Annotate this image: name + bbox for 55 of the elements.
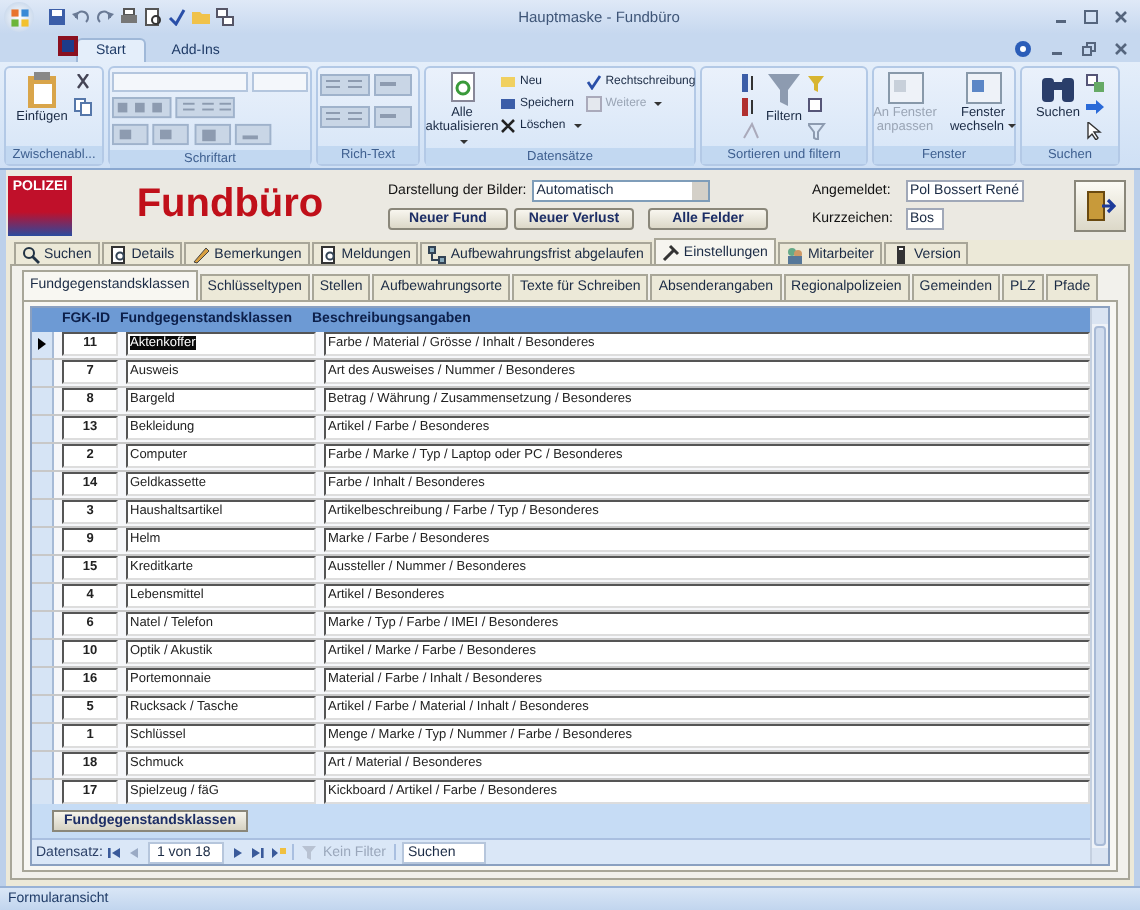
copy-icon[interactable] [73, 98, 92, 116]
advanced-filter-icon[interactable] [808, 98, 827, 116]
list-buttons-drawing [320, 72, 416, 132]
exit-button[interactable] [1074, 179, 1126, 231]
toggle-filter-icon[interactable] [808, 122, 827, 140]
pointer-icon[interactable] [1086, 122, 1105, 140]
save-icon [500, 96, 516, 112]
redo-icon[interactable] [96, 8, 114, 26]
delete-icon [500, 118, 516, 134]
restore-icon[interactable] [1082, 41, 1096, 55]
spellcheck-icon[interactable] [168, 8, 186, 26]
caret-icon [1008, 124, 1017, 129]
refresh-icon [448, 72, 476, 104]
document-icon [109, 245, 128, 263]
save-icon[interactable] [48, 8, 66, 26]
preview-icon[interactable] [144, 8, 162, 26]
funnel-icon [766, 72, 802, 108]
search-icon [22, 245, 40, 263]
row-selector[interactable] [32, 331, 54, 358]
close-icon[interactable] [1114, 41, 1128, 55]
binoculars-icon [1039, 72, 1076, 104]
last-record-icon[interactable] [250, 845, 265, 860]
font-name-field[interactable] [112, 72, 248, 92]
font-size-field[interactable] [252, 72, 308, 92]
close-icon[interactable] [1114, 10, 1128, 24]
form-title: Fundbüro [134, 182, 326, 228]
caret-icon [460, 139, 468, 144]
scrollbar[interactable] [1090, 308, 1108, 864]
clipboard-icon [25, 72, 58, 108]
office-button[interactable] [4, 2, 34, 32]
arrow-right-icon[interactable] [1086, 98, 1105, 116]
caret-icon [654, 102, 663, 106]
new-record-icon[interactable] [270, 845, 287, 860]
layout-icon[interactable] [216, 8, 234, 26]
diagram-icon [428, 245, 447, 263]
app-icon [58, 36, 78, 56]
people-icon [785, 245, 804, 263]
next-record-icon[interactable] [230, 845, 245, 860]
spellcheck-icon [585, 74, 602, 90]
new-record-icon [500, 74, 516, 90]
filter-icon [302, 844, 319, 861]
window-icon [965, 72, 1001, 104]
caret-icon [573, 124, 582, 128]
replace-icon[interactable] [1086, 74, 1105, 92]
previous-record-icon[interactable] [128, 845, 143, 860]
document-icon [319, 245, 338, 263]
printer-icon[interactable] [120, 8, 138, 26]
help-icon[interactable] [1014, 39, 1032, 57]
tools-icon [661, 243, 680, 261]
window-icon [887, 72, 923, 104]
first-record-icon[interactable] [108, 845, 123, 860]
cut-icon[interactable] [73, 74, 92, 92]
undo-icon[interactable] [72, 8, 90, 26]
exit-door-icon [1084, 189, 1116, 221]
maximize-icon[interactable] [1084, 10, 1098, 24]
